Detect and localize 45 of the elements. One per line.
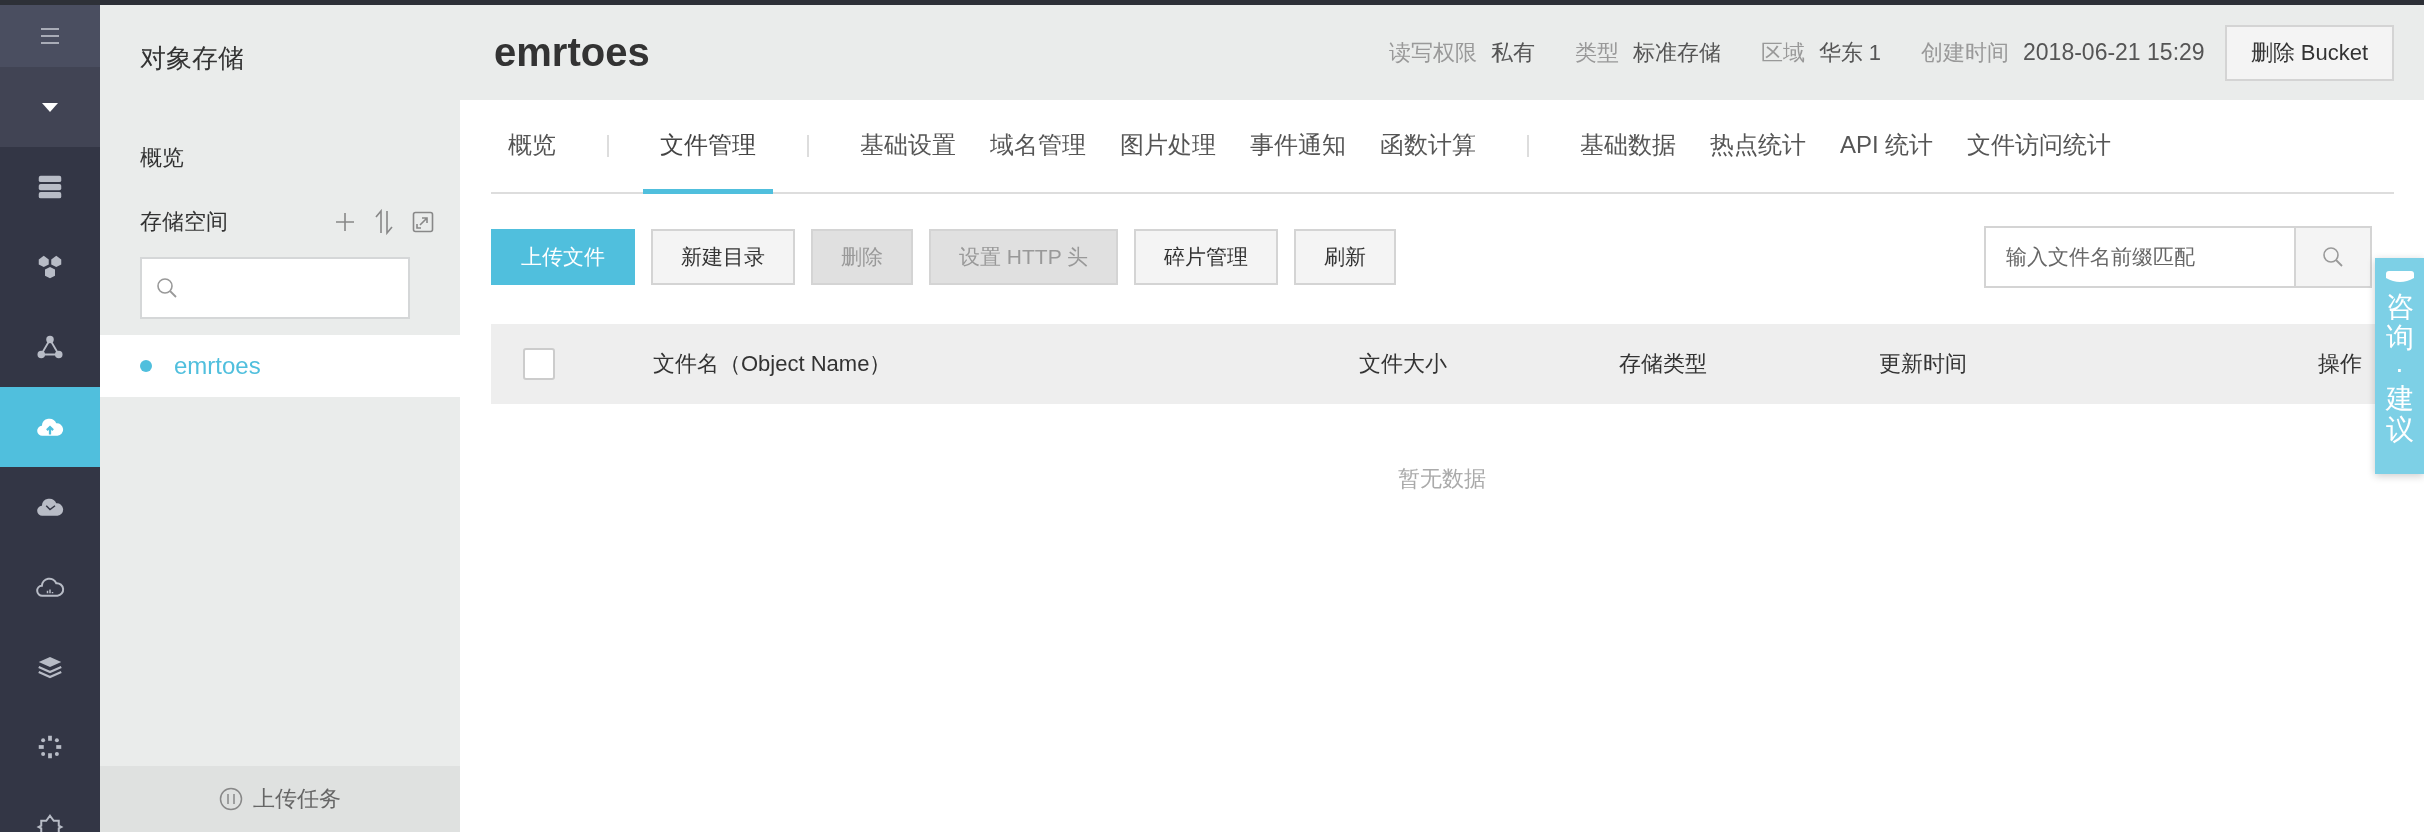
tab[interactable]: 事件通知 — [1233, 100, 1363, 194]
tab[interactable]: 文件管理 — [643, 100, 773, 194]
column-header: 操作 — [2318, 350, 2362, 378]
checkbox[interactable] — [523, 348, 555, 380]
pause-circle-icon — [219, 787, 243, 811]
plus-icon[interactable] — [334, 211, 356, 233]
delete-bucket-button[interactable]: 删除 Bucket — [2224, 24, 2394, 81]
meta-label: 类型 — [1574, 38, 1619, 67]
menu-icon[interactable] — [40, 27, 60, 45]
column-header: 文件名（Object Name） — [653, 350, 893, 378]
toolbar-button[interactable]: 刷新 — [1294, 229, 1397, 285]
meta-label: 区域 — [1760, 38, 1805, 67]
meta-value: 2018-06-21 15:29 — [2023, 39, 2205, 66]
meta-label: 创建时间 — [1921, 38, 2009, 67]
caret-down-icon[interactable] — [42, 102, 58, 112]
tab[interactable]: 概览 — [491, 100, 573, 194]
tab[interactable]: 文件访问统计 — [1950, 100, 2129, 194]
expand-icon[interactable] — [412, 211, 434, 233]
sort-icon[interactable] — [374, 209, 394, 235]
bucket-title: emrtoes — [494, 30, 651, 75]
meta-value: 标准存储 — [1632, 38, 1721, 67]
tab[interactable]: 基础数据 — [1563, 100, 1693, 194]
search-field[interactable]: 输入文件名前缀匹配 — [1984, 226, 2294, 288]
column-header: 存储类型 — [1619, 350, 1708, 378]
tab[interactable]: 函数计算 — [1363, 100, 1493, 194]
search-field[interactable] — [140, 257, 410, 319]
section-label: 存储空间 — [140, 208, 229, 236]
tab[interactable]: 基础设置 — [843, 100, 973, 194]
empty-message: 暂无数据 — [1398, 465, 1486, 493]
column-header: 文件大小 — [1359, 350, 1448, 378]
toolbar-button[interactable]: 新建目录 — [651, 229, 795, 285]
tab[interactable]: 图片处理 — [1103, 100, 1233, 194]
column-header: 更新时间 — [1879, 350, 1968, 378]
meta-value: 私有 — [1490, 38, 1535, 67]
tab[interactable]: 热点统计 — [1693, 100, 1823, 194]
tab[interactable]: 域名管理 — [973, 100, 1103, 194]
sidebar-title: 对象存储 — [139, 42, 245, 75]
search-icon — [156, 277, 178, 299]
meta-value: 华东 1 — [1818, 38, 1881, 67]
search-icon — [2322, 246, 2344, 268]
meta-label: 读写权限 — [1388, 38, 1477, 67]
tab[interactable]: API 统计 — [1823, 100, 1951, 194]
toolbar-button[interactable]: 碎片管理 — [1134, 229, 1279, 285]
upload-tasks-button[interactable]: 上传任务 — [100, 766, 460, 832]
sidebar-item[interactable]: 概览 — [100, 113, 460, 187]
